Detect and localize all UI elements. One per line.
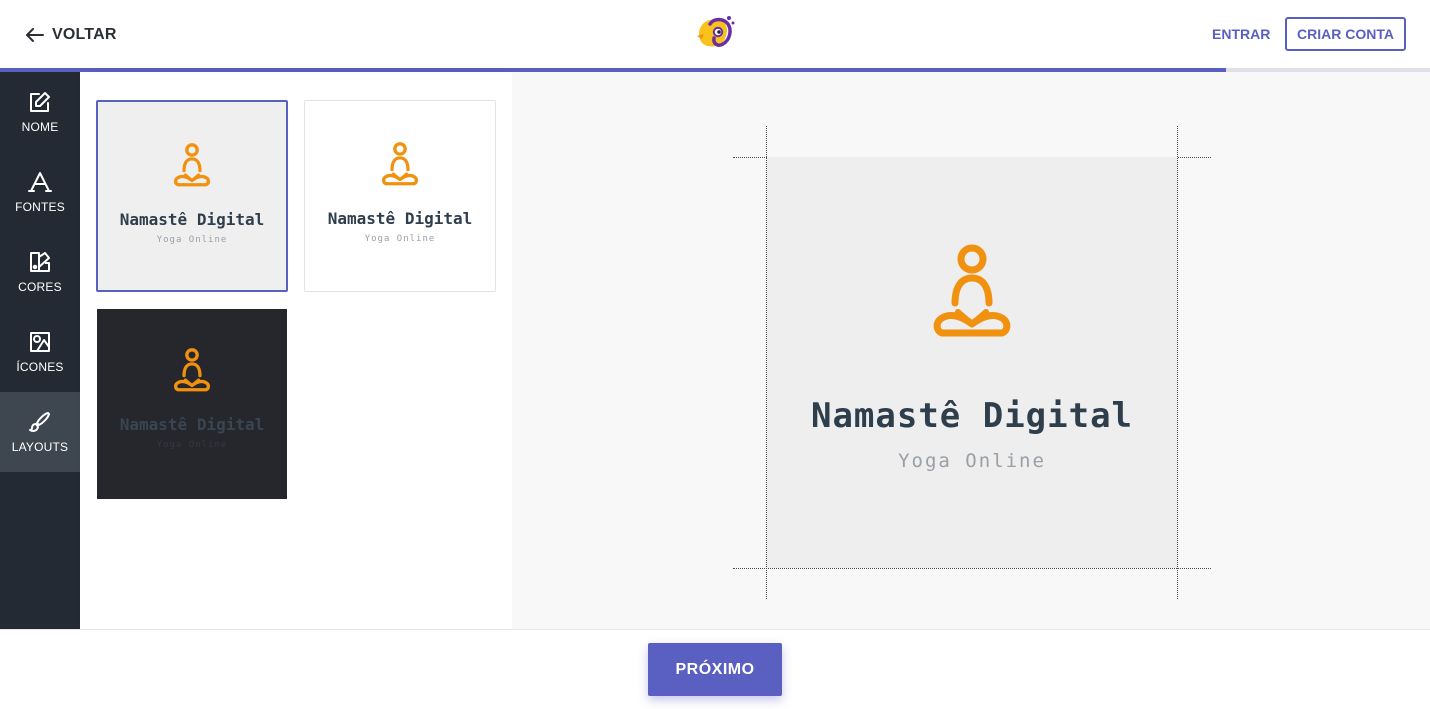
palette-icon — [30, 252, 50, 272]
guide-line-right — [1177, 126, 1178, 599]
signup-button[interactable]: CRIAR CONTA — [1285, 17, 1406, 51]
sidebar-item-fontes[interactable]: FONTES — [0, 152, 80, 232]
sidebar-label-cores: CORES — [18, 280, 62, 294]
back-label: VOLTAR — [52, 26, 117, 43]
guide-line-bottom — [733, 568, 1211, 569]
sidebar-item-icones[interactable]: ÍCONES — [0, 312, 80, 392]
logo-preview-area: Namastê Digital Yoga Online — [512, 72, 1430, 629]
preview-brand-subtitle: Yoga Online — [898, 450, 1046, 472]
sidebar-item-nome[interactable]: NOME — [0, 72, 80, 152]
yoga-meditation-icon — [932, 242, 1012, 340]
edit-icon — [30, 92, 50, 112]
layout-option-white[interactable]: Namastê Digital Yoga Online — [304, 100, 496, 292]
layout-option-name: Namastê Digital — [119, 210, 265, 229]
logo-preview-canvas: Namastê Digital Yoga Online — [767, 157, 1177, 568]
layout-option-subtitle: Yoga Online — [156, 235, 228, 245]
yoga-meditation-icon — [173, 143, 211, 187]
sidebar-label-layouts: LAYOUTS — [11, 440, 69, 454]
sidebar-label-icones: ÍCONES — [16, 360, 64, 374]
top-header: VOLTAR ENTRAR CRIAR CONTA — [0, 0, 1430, 68]
next-button[interactable]: PRÓXIMO — [648, 643, 782, 696]
yoga-meditation-icon — [173, 348, 211, 392]
preview-brand-name: Namastê Digital — [810, 396, 1134, 436]
sidebar: NOME FONTES CORES ÍCONES LAYOUTS — [0, 72, 80, 629]
layout-option-dark[interactable]: Namastê Digital Yoga Online — [97, 309, 287, 499]
brush-icon — [29, 412, 50, 432]
sidebar-item-cores[interactable]: CORES — [0, 232, 80, 312]
layouts-panel: Namastê Digital Yoga Online Namastê Digi… — [80, 72, 512, 629]
layout-option-name: Namastê Digital — [119, 415, 265, 434]
font-icon — [28, 172, 52, 192]
layout-option-subtitle: Yoga Online — [156, 440, 228, 450]
yoga-meditation-icon — [381, 142, 419, 186]
footer-bar: PRÓXIMO — [0, 629, 1430, 709]
sidebar-label-fontes: FONTES — [15, 200, 65, 214]
back-button[interactable]: VOLTAR — [26, 22, 117, 48]
layout-option-subtitle: Yoga Online — [364, 234, 436, 244]
sidebar-item-layouts[interactable]: LAYOUTS — [0, 392, 80, 472]
login-button[interactable]: ENTRAR — [1200, 18, 1282, 50]
layout-option-light-gray[interactable]: Namastê Digital Yoga Online — [96, 100, 288, 292]
sidebar-label-nome: NOME — [21, 120, 59, 134]
arrow-left-icon — [26, 28, 44, 42]
shapes-icon — [30, 332, 50, 352]
layout-option-name: Namastê Digital — [327, 209, 473, 228]
bird-logo-icon[interactable] — [696, 14, 736, 50]
